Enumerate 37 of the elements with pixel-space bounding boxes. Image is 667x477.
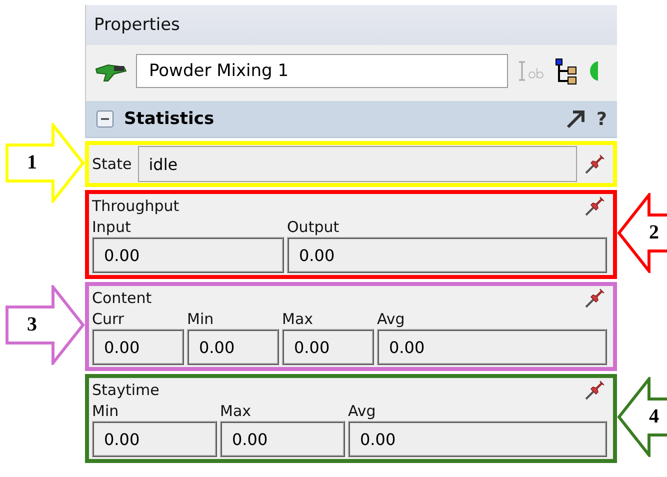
pin-icon[interactable] (583, 286, 607, 310)
callout-number: 2 (649, 222, 659, 244)
value-field[interactable]: 0.00 (348, 421, 607, 457)
group-title: Content (92, 288, 152, 308)
field-label: Max (282, 309, 314, 329)
name-field[interactable]: Powder Mixing 1 (136, 54, 508, 88)
group-title: Staytime (92, 380, 160, 400)
callout-number: 1 (27, 151, 37, 174)
field-label: Input (92, 217, 132, 237)
field-label: Min (92, 401, 120, 421)
value-field[interactable]: 0.00 (92, 421, 217, 457)
section-title: Statistics (124, 109, 216, 129)
field-label: Min (187, 309, 215, 329)
value-field[interactable]: 0.00 (377, 329, 607, 365)
value-field[interactable]: 0.00 (92, 237, 284, 273)
field-label: State (92, 154, 132, 174)
field-label: Avg (377, 309, 406, 329)
state-field[interactable]: idle (138, 146, 577, 182)
callout-number: 4 (649, 406, 659, 428)
field-label: Avg (348, 401, 377, 421)
pin-icon[interactable] (583, 194, 607, 218)
collapse-icon[interactable] (96, 110, 114, 128)
value-field[interactable]: 0.00 (282, 329, 374, 365)
value-field[interactable]: 0.00 (187, 329, 279, 365)
field-label: Max (220, 401, 252, 421)
value-field[interactable]: 0.00 (220, 421, 345, 457)
arrow-icon[interactable] (564, 108, 587, 130)
group-title: Throughput (92, 196, 180, 216)
pin-icon[interactable] (583, 152, 607, 176)
help-button[interactable]: ? (596, 108, 607, 130)
value-field[interactable]: 0.00 (92, 329, 184, 365)
field-label: Output (287, 217, 340, 237)
panel-title: Properties (86, 5, 617, 45)
field-label: Curr (92, 309, 126, 329)
callout-number: 3 (27, 314, 37, 336)
pin-icon[interactable] (583, 378, 607, 402)
value-field[interactable]: 0.00 (287, 237, 607, 273)
